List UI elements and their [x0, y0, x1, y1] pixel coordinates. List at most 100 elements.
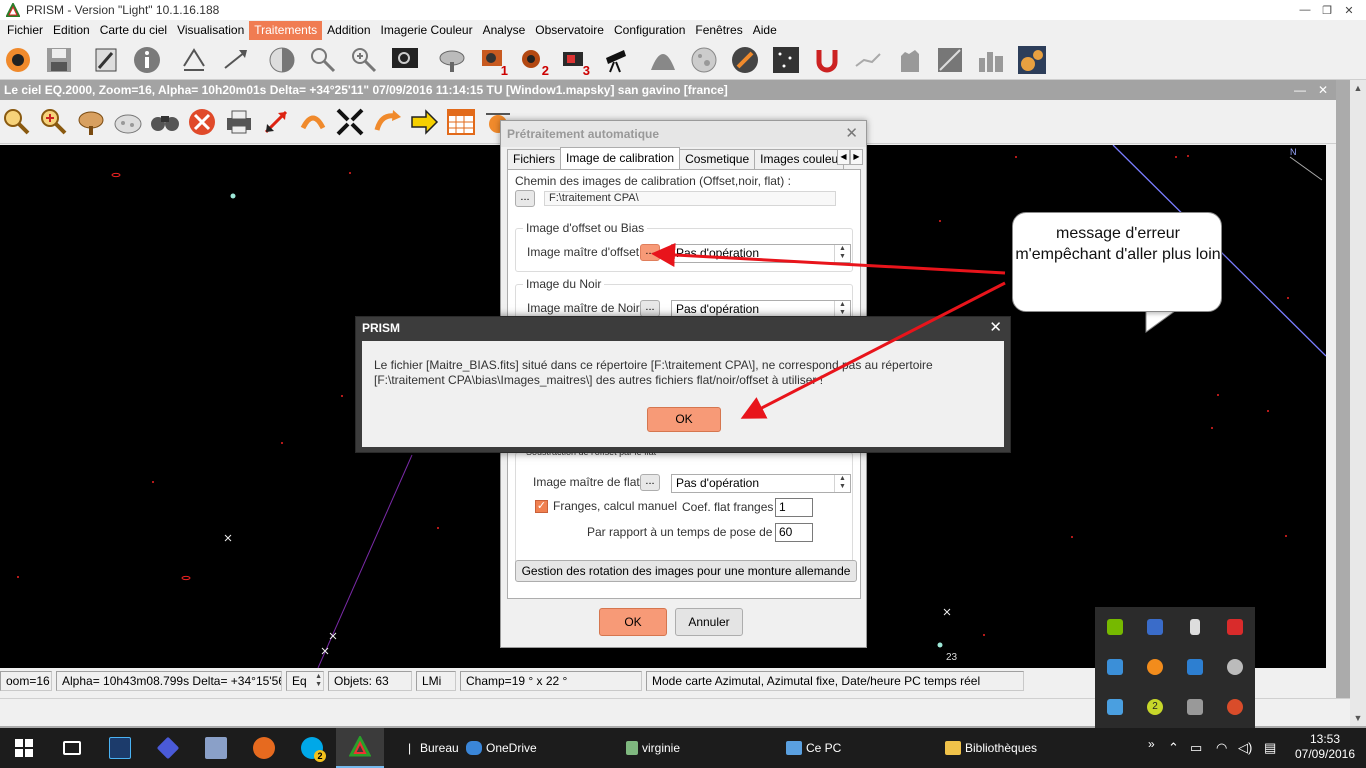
task-view-button[interactable] — [48, 728, 96, 768]
tray-monitor-icon[interactable] — [1175, 687, 1215, 727]
save-button[interactable] — [41, 42, 77, 78]
tray-avast-icon[interactable] — [1135, 647, 1175, 687]
tab-images-couleurs[interactable]: Images couleurs Af — [754, 149, 845, 169]
tool-button[interactable] — [727, 42, 763, 78]
tab-cosmetique[interactable]: Cosmetique — [679, 149, 756, 169]
tray-cloud-icon[interactable] — [1215, 647, 1255, 687]
noir-browse-button[interactable]: ... — [640, 300, 660, 317]
rotate-arrow-button[interactable] — [370, 104, 404, 140]
rotate-left-button[interactable] — [176, 42, 212, 78]
scroll-up-icon[interactable]: ▲ — [1350, 80, 1366, 96]
tray-display-icon[interactable] — [1135, 607, 1175, 647]
tray-usb-icon[interactable] — [1175, 607, 1215, 647]
taskbar-save-app[interactable] — [192, 728, 240, 768]
taskbar-this-pc[interactable]: Ce PC — [786, 728, 841, 768]
center-button[interactable] — [333, 104, 367, 140]
camera-2-button[interactable]: 2 — [516, 42, 552, 78]
coef-field[interactable]: 1 — [775, 498, 813, 517]
next-arrow-button[interactable] — [407, 104, 441, 140]
spin-arrows-icon[interactable]: ▲ ▼ — [834, 245, 850, 262]
gears-button[interactable] — [1014, 42, 1050, 78]
antenna-button[interactable] — [74, 104, 108, 140]
taskbar-clock[interactable]: 13:53 07/09/2016 — [1290, 732, 1360, 762]
flat-operation-select[interactable]: Pas d'opération ▲ ▼ — [671, 474, 851, 493]
image-info-button[interactable] — [88, 42, 124, 78]
taskbar-onedrive[interactable]: OneDrive — [466, 728, 537, 768]
calendar-button[interactable] — [444, 104, 478, 140]
close-button[interactable]: ✕ — [1338, 0, 1360, 20]
flat-browse-button[interactable]: ... — [640, 474, 660, 491]
tray-chevron-up-icon[interactable]: ⌃ — [1168, 728, 1179, 768]
pretraitement-ok-button[interactable]: OK — [599, 608, 667, 636]
tab-image-de-calibration[interactable]: Image de calibration — [560, 147, 681, 169]
pretraitement-close-icon[interactable]: ✕ — [845, 121, 858, 147]
frame-spin-icon[interactable]: ▲ ▼ — [315, 673, 322, 689]
hand-button[interactable] — [891, 42, 927, 78]
taskbar-skype[interactable]: 2 — [288, 728, 336, 768]
tray-volume-icon[interactable]: ◁) — [1238, 728, 1252, 768]
zoom-tool-button[interactable] — [0, 104, 34, 140]
calibration-path-field[interactable]: F:\traitement CPA\ — [544, 191, 836, 206]
graph-button[interactable] — [850, 42, 886, 78]
offset-browse-button[interactable]: ... — [640, 244, 660, 261]
tab-scroll-left-icon[interactable]: ◀ — [837, 149, 850, 165]
zoom-in-button[interactable] — [346, 42, 382, 78]
curve-arrow-button[interactable] — [296, 104, 330, 140]
starfield-button[interactable] — [768, 42, 804, 78]
open-file-button[interactable] — [0, 42, 36, 78]
binoculars-button[interactable] — [148, 104, 182, 140]
pretraitement-cancel-button[interactable]: Annuler — [675, 608, 743, 636]
zoom-in-tool-button[interactable] — [37, 104, 71, 140]
start-button[interactable] — [0, 728, 48, 768]
zoom-out-button[interactable] — [305, 42, 341, 78]
print-button[interactable] — [222, 104, 256, 140]
taskbar-firefox[interactable] — [240, 728, 288, 768]
frame-selector[interactable]: Eq ▲ ▼ — [286, 671, 324, 691]
vertical-scrollbar[interactable]: ▲ ▼ — [1350, 80, 1366, 726]
tray-battery-icon[interactable]: ▭ — [1190, 728, 1202, 768]
moon-tool-button[interactable] — [111, 104, 145, 140]
scroll-down-icon[interactable]: ▼ — [1350, 710, 1366, 726]
offset-operation-select[interactable]: Pas d'opération ▲ ▼ — [671, 244, 851, 263]
sky-window-minimize-button[interactable]: — — [1294, 80, 1306, 100]
menu-visualisation[interactable]: Visualisation — [172, 21, 249, 40]
tray-notifications-icon[interactable]: ▤ — [1264, 728, 1276, 768]
menu-observatoire[interactable]: Observatoire — [530, 21, 609, 40]
menu-configuration[interactable]: Configuration — [609, 21, 690, 40]
expand-button[interactable] — [259, 104, 293, 140]
menu-addition[interactable]: Addition — [322, 21, 375, 40]
menu-edition[interactable]: Edition — [48, 21, 95, 40]
moon-button[interactable] — [686, 42, 722, 78]
sky-window-close-button[interactable]: ✕ — [1318, 80, 1328, 100]
tray-wifi-icon[interactable]: ◠ — [1216, 728, 1227, 768]
taskbar-prism[interactable] — [336, 728, 384, 768]
tray-network-icon[interactable] — [1095, 647, 1135, 687]
tab-scroll-right-icon[interactable]: ▶ — [850, 149, 863, 165]
browse-path-button[interactable]: ... — [515, 190, 535, 207]
menu-imagerie-couleur[interactable]: Imagerie Couleur — [376, 21, 478, 40]
tab-fichiers[interactable]: Fichiers — [507, 149, 562, 169]
tray-sync-icon[interactable] — [1175, 647, 1215, 687]
magnet-button[interactable] — [809, 42, 845, 78]
restore-button[interactable]: ❐ — [1316, 0, 1338, 20]
rotate-right-button[interactable] — [217, 42, 253, 78]
cancel-tool-button[interactable] — [185, 104, 219, 140]
camera-3-button[interactable]: 3 — [557, 42, 593, 78]
tray-antivirus-icon[interactable] — [1215, 687, 1255, 727]
taskbar-libraries[interactable]: Bibliothèques — [945, 728, 1037, 768]
tray-badge-icon[interactable]: 2 — [1135, 687, 1175, 727]
franges-checkbox[interactable]: ✓ — [535, 500, 548, 513]
half-moon-button[interactable] — [264, 42, 300, 78]
pose-field[interactable]: 60 — [775, 523, 813, 542]
menu-carte-du-ciel[interactable]: Carte du ciel — [95, 21, 172, 40]
spin-arrows-icon[interactable]: ▲ ▼ — [834, 475, 850, 492]
minimize-button[interactable]: — — [1294, 0, 1316, 20]
message-box-close-icon[interactable]: ✕ — [989, 317, 1002, 339]
city-button[interactable] — [973, 42, 1009, 78]
telescope-dish-button[interactable] — [434, 42, 470, 78]
tray-pdf-icon[interactable] — [1215, 607, 1255, 647]
curve-button[interactable] — [932, 42, 968, 78]
menu-fenetres[interactable]: Fenêtres — [690, 21, 747, 40]
tray-nvidia-icon[interactable] — [1095, 607, 1135, 647]
toolbar-overflow-icon[interactable]: » — [1148, 728, 1155, 768]
